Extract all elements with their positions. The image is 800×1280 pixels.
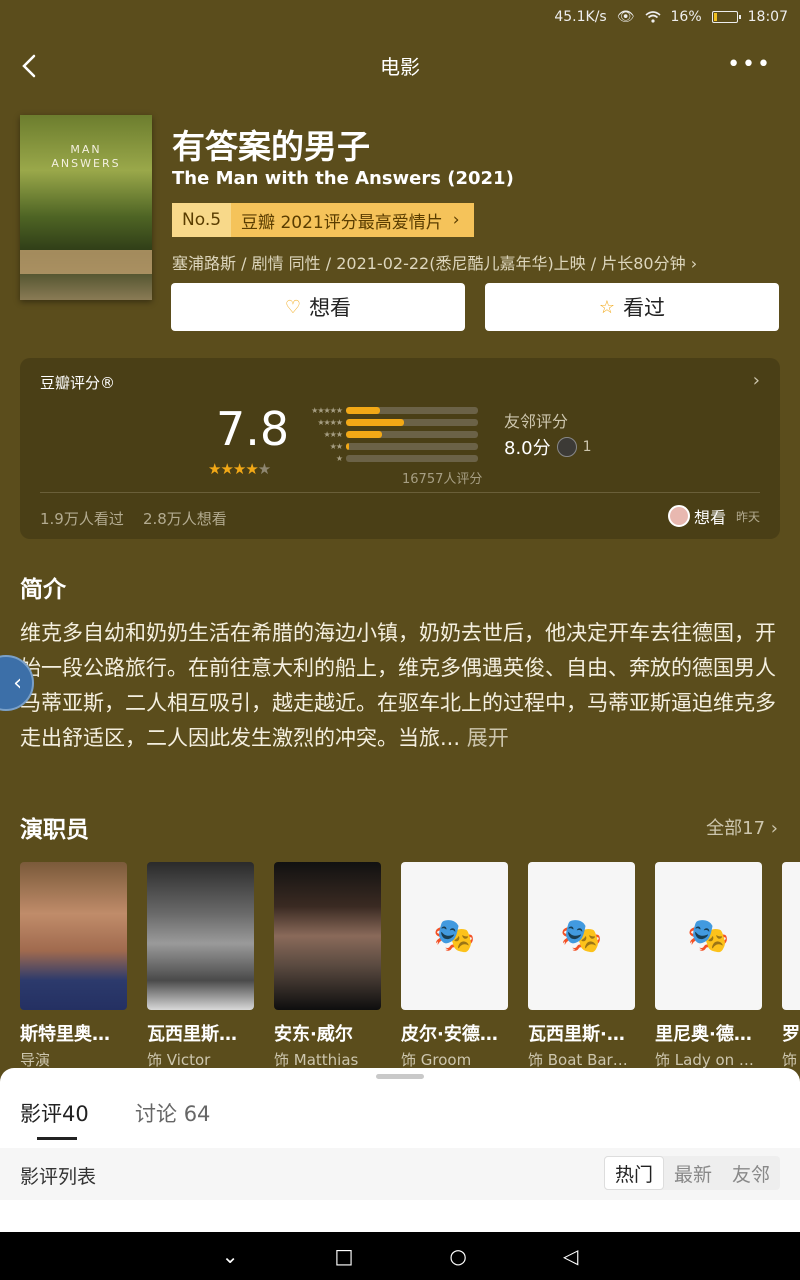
- filter-latest[interactable]: 最新: [664, 1156, 722, 1190]
- rating-bar-fill: [346, 406, 381, 414]
- cast-card[interactable]: 安东·威尔 饰 Matthias: [274, 862, 381, 1070]
- recent-friend-activity[interactable]: 想看 昨天: [667, 504, 760, 528]
- tab-indicator: [37, 1137, 77, 1140]
- divider: [40, 492, 760, 493]
- rating-bar-track: [346, 406, 478, 414]
- rating-score: 7.8: [216, 402, 290, 456]
- network-speed: 45.1K/s: [554, 9, 607, 25]
- rating-bar-fill: [346, 418, 405, 426]
- movie-title: 有答案的男子: [172, 127, 370, 166]
- page-title: 电影: [380, 54, 420, 79]
- rating-stars: ★★★★★: [208, 460, 271, 478]
- watch-stats: 1.9万人看过 2.8万人想看: [40, 510, 227, 528]
- recents-square-icon[interactable]: □: [335, 1244, 354, 1268]
- cast-card[interactable]: 🎭 瓦西里斯·… 饰 Boat Bar…: [528, 862, 635, 1070]
- chevron-right-icon: ›: [752, 370, 760, 391]
- rating-bar-row: ★★★★★: [296, 404, 478, 416]
- heart-plus-icon: ♡: [284, 296, 302, 318]
- reviews-sheet: 影评40 讨论 64 影评列表 热门 最新 友邻: [0, 1068, 800, 1238]
- movie-english-title: The Man with the Answers (2021): [172, 168, 514, 189]
- home-circle-icon[interactable]: ○: [449, 1244, 466, 1268]
- rating-bar-row: ★★★: [296, 428, 478, 440]
- cast-title: 演职员: [20, 817, 89, 843]
- back-arrow-icon[interactable]: [16, 48, 46, 82]
- intro-text: 维克多自幼和奶奶生活在希腊的海边小镇，奶奶去世后，他决定开车去往德国，开始一段公…: [20, 621, 776, 750]
- cast-all-link[interactable]: 全部17 ›: [706, 814, 778, 840]
- chevron-down-icon[interactable]: ⌄: [222, 1244, 239, 1268]
- cast-card[interactable]: 罗 饰: [782, 862, 800, 1070]
- rating-bar-label: ★★★: [323, 429, 343, 439]
- rating-bar-label: ★★★★: [317, 417, 343, 427]
- cast-photo: [147, 862, 254, 1010]
- rating-bar-row: ★★: [296, 440, 478, 452]
- friend-rating: 8.0分 1: [504, 437, 592, 459]
- battery-icon: [711, 11, 741, 23]
- wifi-icon: [644, 11, 661, 23]
- rating-bar-row: ★: [296, 452, 478, 464]
- review-list-label: 影评列表: [20, 1166, 97, 1188]
- cast-card[interactable]: 🎭 皮尔·安德… 饰 Groom: [401, 862, 508, 1070]
- star-icon: ☆: [598, 296, 616, 318]
- rank-number: No.5: [172, 203, 232, 237]
- rating-card[interactable]: 豆瓣评分® › 7.8 ★★★★★ ★★★★★ ★★★★ ★★★ ★★ ★ 16757人…: [20, 358, 780, 539]
- status-bar: 45.1K/s 👁 16% 18:07: [0, 0, 800, 34]
- rating-distribution: ★★★★★ ★★★★ ★★★ ★★ ★: [296, 404, 478, 464]
- rating-bar-row: ★★★★: [296, 416, 478, 428]
- avatar: [556, 437, 577, 457]
- chevron-right-icon: ›: [452, 210, 460, 230]
- rating-bar-track: [346, 418, 478, 426]
- cast-photo: [274, 862, 381, 1010]
- filter-friends[interactable]: 友邻: [722, 1156, 780, 1190]
- battery-percent: 16%: [670, 9, 702, 25]
- theater-mask-icon: 🎭: [401, 862, 508, 1010]
- theater-mask-icon: 🎭: [655, 862, 762, 1010]
- rating-bar-label: ★★: [329, 441, 343, 451]
- friend-rating-label: 友邻评分: [504, 412, 569, 431]
- filter-hot[interactable]: 热门: [603, 1156, 664, 1190]
- rating-label: 豆瓣评分®: [40, 374, 116, 392]
- rank-text: 豆瓣 2021评分最高爱情片 ›: [231, 203, 474, 237]
- system-nav-bar: ⌄ □ ○ ◁: [0, 1232, 800, 1280]
- want-to-watch-button[interactable]: ♡ 想看: [171, 283, 465, 331]
- rating-bar-label: ★: [335, 453, 343, 463]
- avatar: [667, 505, 690, 527]
- tab-discussion[interactable]: 讨论 64: [135, 1098, 210, 1128]
- watched-button[interactable]: ☆ 看过: [485, 283, 779, 331]
- clock: 18:07: [747, 9, 788, 25]
- cast-card[interactable]: 瓦西里斯… 饰 Victor: [147, 862, 254, 1070]
- cast-card[interactable]: 🎭 里尼奥·德… 饰 Lady on …: [655, 862, 762, 1070]
- tab-reviews[interactable]: 影评40: [20, 1098, 89, 1128]
- chevron-right-icon: ›: [690, 254, 698, 273]
- intro-title: 简介: [20, 577, 66, 603]
- review-filter-group: 热门 最新 友邻: [603, 1156, 780, 1190]
- cast-photo: [20, 862, 127, 1010]
- rating-bar-label: ★★★★★: [311, 405, 343, 415]
- expand-link[interactable]: 展开: [467, 726, 509, 750]
- drag-handle[interactable]: [376, 1074, 424, 1079]
- poster-title: MAN ANSWERS: [51, 143, 121, 170]
- rating-bar-fill: [346, 442, 349, 450]
- theater-mask-icon: [782, 862, 800, 1010]
- movie-poster[interactable]: MAN ANSWERS: [20, 115, 152, 300]
- rating-bar-fill: [346, 430, 382, 438]
- movie-meta[interactable]: 塞浦路斯 / 剧情 同性 / 2021-02-22(悉尼酷儿嘉年华)上映 / 片…: [172, 250, 697, 274]
- rating-bar-track: [346, 454, 478, 462]
- more-options-icon[interactable]: •••: [727, 52, 772, 77]
- eye-icon: 👁: [616, 9, 635, 25]
- rating-count: 16757人评分: [402, 472, 483, 487]
- ranking-badge[interactable]: No.5 豆瓣 2021评分最高爱情片 ›: [172, 203, 474, 237]
- top-bar: 电影 •••: [0, 40, 800, 90]
- poster-deck-image: [20, 250, 152, 274]
- back-triangle-icon[interactable]: ◁: [563, 1244, 578, 1268]
- rating-bar-track: [346, 430, 478, 438]
- theater-mask-icon: 🎭: [528, 862, 635, 1010]
- cast-card[interactable]: 斯特里奥… 导演: [20, 862, 127, 1070]
- rating-bar-track: [346, 442, 478, 450]
